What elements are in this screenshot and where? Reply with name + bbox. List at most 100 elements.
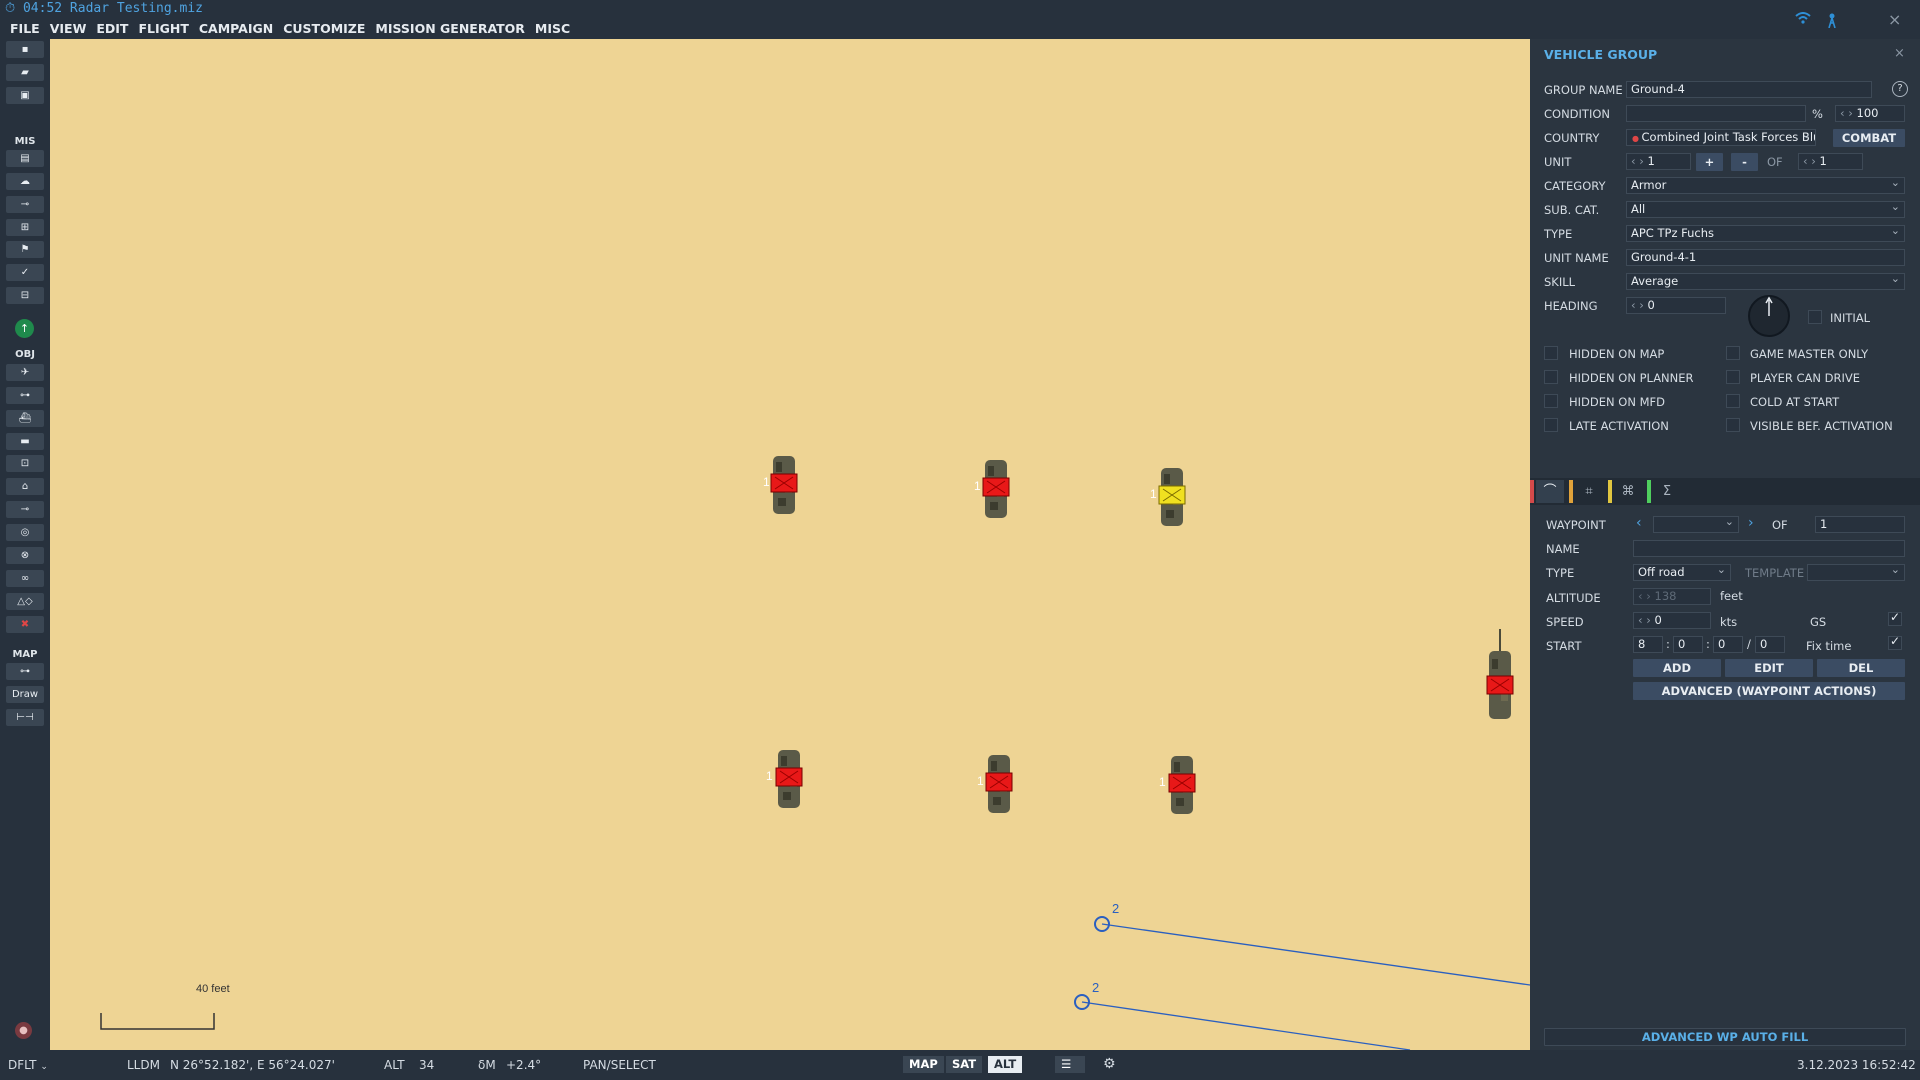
up-arrow-icon[interactable]: ↑ (15, 319, 34, 338)
layers-icon[interactable]: ☰ (1055, 1056, 1085, 1073)
flags-icon[interactable]: ⚑ (6, 241, 44, 258)
initial-checkbox[interactable] (1808, 310, 1822, 324)
edit-waypoint-button[interactable]: EDIT (1725, 659, 1813, 677)
add-waypoint-button[interactable]: ADD (1633, 659, 1721, 677)
zone-icon[interactable]: ◎ (6, 524, 44, 541)
condition-bar[interactable] (1626, 105, 1806, 122)
map-key-icon[interactable]: ⊶ (6, 663, 44, 680)
subcat-select[interactable]: All (1626, 201, 1905, 218)
settings-gear-icon[interactable]: ⚙ (1103, 1056, 1116, 1072)
vehicle-unit[interactable] (979, 458, 1013, 520)
wp-type-select[interactable]: Off road (1633, 564, 1731, 581)
shapes-icon[interactable]: △◇ (6, 593, 44, 610)
start-minutes-field[interactable]: 0 (1673, 636, 1703, 653)
aircraft-icon[interactable]: ✈ (6, 364, 44, 381)
hidden-on-mfd-checkbox[interactable] (1544, 394, 1558, 408)
vehicle-unit[interactable] (1165, 754, 1199, 816)
menu-flight[interactable]: FLIGHT (133, 19, 193, 39)
player-can-drive-checkbox[interactable] (1726, 370, 1740, 384)
heading-compass-icon[interactable] (1747, 294, 1791, 338)
next-waypoint-icon[interactable]: › (1748, 515, 1754, 531)
add-unit-button[interactable]: + (1696, 153, 1723, 171)
map-view-button[interactable]: MAP (903, 1056, 944, 1073)
type-select[interactable]: APC TPz Fuchs (1626, 225, 1905, 242)
record-icon[interactable]: ● (15, 1022, 32, 1039)
sat-view-button[interactable]: SAT (946, 1056, 983, 1073)
cold-at-start-checkbox[interactable] (1726, 394, 1740, 408)
heading-stepper[interactable]: ‹ › 0 (1626, 297, 1726, 314)
stepper-arrows-icon[interactable]: ‹ › (1631, 154, 1648, 168)
tab-triggered-actions-icon[interactable]: ⌗ (1575, 480, 1603, 503)
speed-stepper[interactable]: ‹ › 0 (1633, 612, 1711, 629)
start-hours-field[interactable]: 8 (1633, 636, 1663, 653)
tab-route-icon[interactable]: ⌒ (1536, 480, 1564, 503)
stepper-arrows-icon[interactable]: ‹ › (1840, 106, 1857, 120)
waypoint-select[interactable] (1653, 516, 1739, 533)
game-master-only-checkbox[interactable] (1726, 346, 1740, 360)
gs-checkbox[interactable] (1888, 610, 1902, 626)
route-icon[interactable]: ⊸ (6, 196, 44, 213)
vehicle-unit[interactable] (982, 753, 1016, 815)
delete-icon[interactable]: ✖ (6, 616, 44, 633)
category-select[interactable]: Armor (1626, 177, 1905, 194)
close-window-icon[interactable]: × (1888, 10, 1901, 29)
template-select[interactable] (1807, 564, 1905, 581)
menu-campaign[interactable]: CAMPAIGN (194, 19, 278, 39)
waypoint-icon[interactable]: ⊸ (6, 501, 44, 518)
coord-mode-label[interactable]: LLDM (127, 1058, 160, 1072)
stepper-arrows-icon[interactable]: ‹ › (1638, 589, 1655, 603)
static-object-icon[interactable]: ⊡ (6, 455, 44, 472)
map-canvas[interactable]: 2 2 40 feet 1 1 1 1 1 1 (50, 39, 1530, 1050)
hidden-on-map-checkbox[interactable] (1544, 346, 1558, 360)
advanced-waypoint-actions-button[interactable]: ADVANCED (WAYPOINT ACTIONS) (1633, 682, 1905, 700)
tab-summary-icon[interactable]: Σ (1653, 480, 1681, 503)
triggers-icon[interactable]: ⊟ (6, 287, 44, 304)
helicopter-icon[interactable]: ⊶ (6, 387, 44, 404)
menu-view[interactable]: VIEW (45, 19, 92, 39)
delete-waypoint-button[interactable]: DEL (1817, 659, 1905, 677)
combat-button[interactable]: COMBAT (1833, 129, 1905, 147)
vehicle-icon[interactable]: ▬ (6, 433, 44, 450)
ruler-icon[interactable]: ⊢⊣ (6, 709, 44, 726)
vehicle-unit[interactable] (767, 454, 801, 516)
tab-payload-icon[interactable]: ⌘ (1614, 480, 1642, 503)
vehicle-unit[interactable] (1483, 629, 1517, 721)
nav-point-icon[interactable]: ⊗ (6, 547, 44, 564)
new-file-icon[interactable]: ▪ (6, 41, 44, 58)
menu-edit[interactable]: EDIT (91, 19, 133, 39)
menu-misc[interactable]: MISC (530, 19, 575, 39)
prev-waypoint-icon[interactable]: ‹ (1636, 515, 1642, 531)
start-day-field[interactable]: 0 (1755, 636, 1785, 653)
unit-name-field[interactable]: Ground-4-1 (1626, 249, 1905, 266)
condition-stepper[interactable]: ‹ › 100 (1835, 105, 1905, 122)
check-icon[interactable]: ✓ (6, 264, 44, 281)
group-name-field[interactable]: Ground-4 (1626, 81, 1872, 98)
briefing-icon[interactable]: ▤ (6, 150, 44, 167)
start-seconds-field[interactable]: 0 (1713, 636, 1743, 653)
skill-select[interactable]: Average (1626, 273, 1905, 290)
menu-mission-generator[interactable]: MISSION GENERATOR (370, 19, 530, 39)
stepper-arrows-icon[interactable]: ‹ › (1638, 613, 1655, 627)
save-file-icon[interactable]: ▣ (6, 87, 44, 104)
profile-select[interactable]: DFLT ⌄ (8, 1058, 48, 1072)
menu-customize[interactable]: CUSTOMIZE (278, 19, 370, 39)
ship-icon[interactable]: ⛴ (6, 410, 44, 427)
alt-view-button[interactable]: ALT (988, 1056, 1023, 1073)
close-panel-icon[interactable]: × (1894, 46, 1905, 61)
template-icon[interactable]: ⌂ (6, 478, 44, 495)
remove-unit-button[interactable]: - (1731, 153, 1758, 171)
help-icon[interactable]: ? (1892, 81, 1908, 97)
groups-icon[interactable]: ∞ (6, 570, 44, 587)
vehicle-unit[interactable] (772, 748, 806, 810)
visible-before-activation-checkbox[interactable] (1726, 418, 1740, 432)
target-icon[interactable]: ⊞ (6, 219, 44, 236)
selected-vehicle-unit[interactable] (1155, 466, 1189, 528)
menu-file[interactable]: FILE (0, 19, 45, 39)
draw-button[interactable]: Draw (6, 686, 44, 703)
weather-icon[interactable]: ☁ (6, 173, 44, 190)
wp-name-field[interactable] (1633, 540, 1905, 557)
stepper-arrows-icon[interactable]: ‹ › (1631, 298, 1648, 312)
unit-stepper[interactable]: ‹ › 1 (1626, 153, 1691, 170)
fix-time-checkbox[interactable] (1888, 634, 1902, 650)
open-file-icon[interactable]: ▰ (6, 64, 44, 81)
